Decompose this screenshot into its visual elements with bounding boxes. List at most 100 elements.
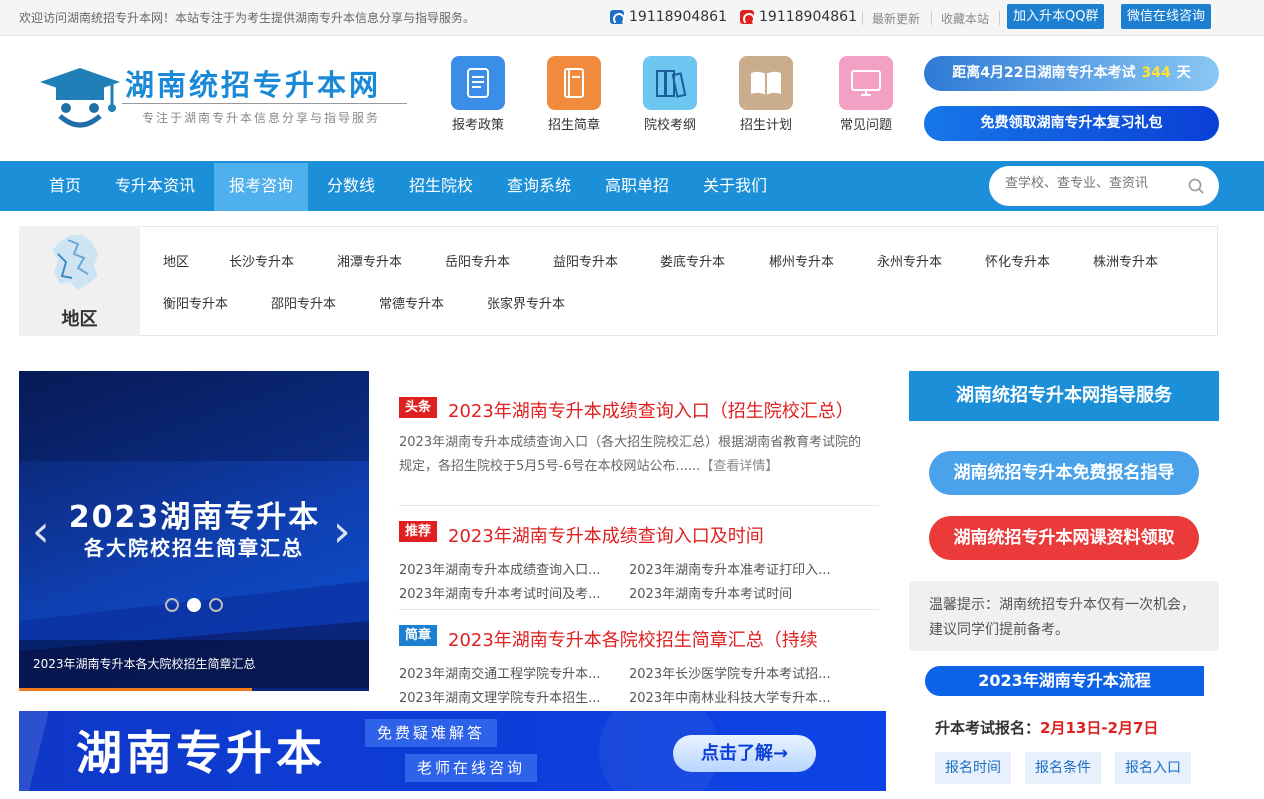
carousel-dot[interactable] xyxy=(165,598,179,612)
nav-news[interactable]: 专升本资讯 xyxy=(106,161,204,211)
news-sub-link[interactable]: 2023年湖南专升本成绩查询入口... xyxy=(399,559,600,578)
banner-tag-qa: 免费疑难解答 xyxy=(365,719,498,747)
quick-link-label: 招生计划 xyxy=(739,118,792,133)
news-sub-link[interactable]: 2023年湖南文理学院专升本招生... xyxy=(399,687,600,706)
region-link[interactable]: 岳阳专升本 xyxy=(445,251,510,270)
nav-home[interactable]: 首页 xyxy=(34,161,96,211)
region-link[interactable]: 张家界专升本 xyxy=(487,293,565,312)
exam-countdown[interactable]: 距离4月22日湖南专升本考试 344 天 xyxy=(924,56,1219,91)
countdown-days: 344 xyxy=(1141,65,1171,81)
search-box[interactable] xyxy=(989,166,1219,206)
quick-link-label: 报考政策 xyxy=(451,118,504,133)
carousel-subtitle: 各大院校招生简章汇总 xyxy=(84,536,304,560)
region-link[interactable]: 郴州专升本 xyxy=(769,251,834,270)
countdown-unit: 天 xyxy=(1176,65,1191,81)
region-title: 地区 xyxy=(61,309,98,330)
registration-time-button[interactable]: 报名时间 xyxy=(935,752,1011,784)
nav-consult[interactable]: 报考咨询 xyxy=(214,163,308,211)
nav-vocational[interactable]: 高职单招 xyxy=(592,161,682,211)
region-link[interactable]: 湘潭专升本 xyxy=(337,251,402,270)
read-more-link[interactable]: 【查看详情】 xyxy=(700,459,778,474)
region-link[interactable]: 长沙专升本 xyxy=(229,251,294,270)
countdown-prefix: 距离4月22日湖南专升本考试 xyxy=(952,65,1136,81)
registration-label: 升本考试报名： xyxy=(935,719,1041,737)
brochure-title[interactable]: 2023年湖南专升本各院校招生简章汇总（持续 xyxy=(448,626,878,652)
carousel-progress xyxy=(19,688,252,691)
process-heading: 2023年湖南专升本流程 xyxy=(925,666,1204,696)
carousel-title: 2023湖南专升本 xyxy=(68,500,321,535)
carousel-dot[interactable] xyxy=(209,598,223,612)
region-link[interactable]: 益阳专升本 xyxy=(553,251,618,270)
scroll-icon xyxy=(451,56,505,110)
quick-link-label: 常见问题 xyxy=(839,118,892,133)
news-sub-link[interactable]: 2023年长沙医学院专升本考试招... xyxy=(629,663,830,682)
latest-update-link[interactable]: 最新更新 xyxy=(872,10,920,27)
slogan-divider xyxy=(122,103,407,104)
carousel-next-arrow[interactable]: › xyxy=(333,510,351,554)
favorite-link[interactable]: 收藏本站 xyxy=(941,10,989,27)
headline-desc-text: 2023年湖南专升本成绩查询入口（各大招生院校汇总）根据湖南省教育考试院的规定，… xyxy=(399,435,862,474)
free-gift-button[interactable]: 免费领取湖南专升本复习礼包 xyxy=(924,106,1219,141)
news-sub-link[interactable]: 2023年中南林业科技大学专升本... xyxy=(629,687,830,706)
carousel-prev-arrow[interactable]: ‹ xyxy=(32,510,50,554)
registration-date: 2月13日-2月7日 xyxy=(1040,719,1159,737)
wechat-consult-button[interactable]: 微信在线咨询 xyxy=(1121,4,1212,29)
nav-score-line[interactable]: 分数线 xyxy=(318,161,384,211)
news-sub-link[interactable]: 2023年湖南专升本考试时间及考... xyxy=(399,583,600,602)
phone-number-2[interactable]: 19118904861 xyxy=(740,9,857,25)
tag-brochure: 简章 xyxy=(399,625,437,646)
region-link[interactable]: 永州专升本 xyxy=(877,251,942,270)
news-sub-link[interactable]: 2023年湖南专升本准考证打印入... xyxy=(629,559,830,578)
qq-group-button[interactable]: 加入升本QQ群 xyxy=(1007,4,1105,29)
quick-link-label: 招生简章 xyxy=(547,118,600,133)
nav-query[interactable]: 查询系统 xyxy=(494,161,584,211)
divider xyxy=(999,11,1000,25)
banner-title: 湖南专升本 xyxy=(76,726,326,780)
free-registration-guide-button[interactable]: 湖南统招专升本免费报名指导 xyxy=(929,451,1199,495)
course-materials-button[interactable]: 湖南统招专升本网课资料领取 xyxy=(929,516,1199,560)
news-sub-link[interactable]: 2023年湖南专升本考试时间 xyxy=(629,583,792,602)
registration-requirements-button[interactable]: 报名条件 xyxy=(1025,752,1101,784)
site-slogan: 专注于湖南专升本信息分享与指导服务 xyxy=(142,111,381,125)
phone-number-1[interactable]: 19118904861 xyxy=(610,9,727,25)
registration-period: 升本考试报名：2月13日-2月7日 xyxy=(935,717,1158,738)
quick-link-syllabus[interactable]: 院校考纲 xyxy=(625,56,715,133)
search-icon[interactable] xyxy=(1188,178,1204,194)
region-link[interactable]: 娄底专升本 xyxy=(660,251,725,270)
hunan-map-icon xyxy=(52,234,98,290)
headline-title[interactable]: 2023年湖南专升本成绩查询入口（招生院校汇总） xyxy=(448,397,854,423)
site-name[interactable]: 湖南统招专升本网 xyxy=(125,62,381,104)
region-link[interactable]: 地区 xyxy=(163,251,189,270)
binders-icon xyxy=(643,56,697,110)
quick-link-policy[interactable]: 报考政策 xyxy=(433,56,523,133)
nav-colleges[interactable]: 招生院校 xyxy=(396,161,486,211)
region-link[interactable]: 株洲专升本 xyxy=(1093,251,1158,270)
news-sub-link[interactable]: 2023年湖南交通工程学院专升本... xyxy=(399,663,600,682)
mobile-icon xyxy=(740,10,755,25)
registration-entry-button[interactable]: 报名入口 xyxy=(1115,752,1191,784)
phone-number-text: 19118904861 xyxy=(629,9,727,25)
headline-description: 2023年湖南专升本成绩查询入口（各大招生院校汇总）根据湖南省教育考试院的规定，… xyxy=(399,431,874,479)
quick-link-faq[interactable]: 常见问题 xyxy=(821,56,911,133)
welcome-text: 欢迎访问湖南统招专升本网！本站专注于为考生提供湖南专升本信息分享与指导服务。 xyxy=(19,11,476,25)
monitor-icon xyxy=(839,56,893,110)
search-input[interactable] xyxy=(1003,175,1183,192)
region-link[interactable]: 衡阳专升本 xyxy=(163,293,228,312)
region-link[interactable]: 邵阳专升本 xyxy=(271,293,336,312)
quick-link-brochure[interactable]: 招生简章 xyxy=(529,56,619,133)
divider xyxy=(399,609,879,610)
service-tip: 温馨提示：湖南统招专升本仅有一次机会，建议同学们提前备考。 xyxy=(909,581,1219,651)
divider xyxy=(399,505,879,506)
banner-learn-more-button[interactable]: 点击了解→ xyxy=(673,735,816,772)
logo-image[interactable] xyxy=(36,56,121,134)
book-icon xyxy=(547,56,601,110)
nav-about[interactable]: 关于我们 xyxy=(690,161,780,211)
recommend-title[interactable]: 2023年湖南专升本成绩查询入口及时间 xyxy=(448,522,764,548)
tag-recommend: 推荐 xyxy=(399,521,437,542)
carousel-caption[interactable]: 2023年湖南专升本各大院校招生简章汇总 xyxy=(33,655,256,672)
region-link[interactable]: 怀化专升本 xyxy=(985,251,1050,270)
open-book-icon xyxy=(739,56,793,110)
quick-link-plan[interactable]: 招生计划 xyxy=(721,56,811,133)
region-link[interactable]: 常德专升本 xyxy=(379,293,444,312)
carousel-dot-active[interactable] xyxy=(187,598,201,612)
